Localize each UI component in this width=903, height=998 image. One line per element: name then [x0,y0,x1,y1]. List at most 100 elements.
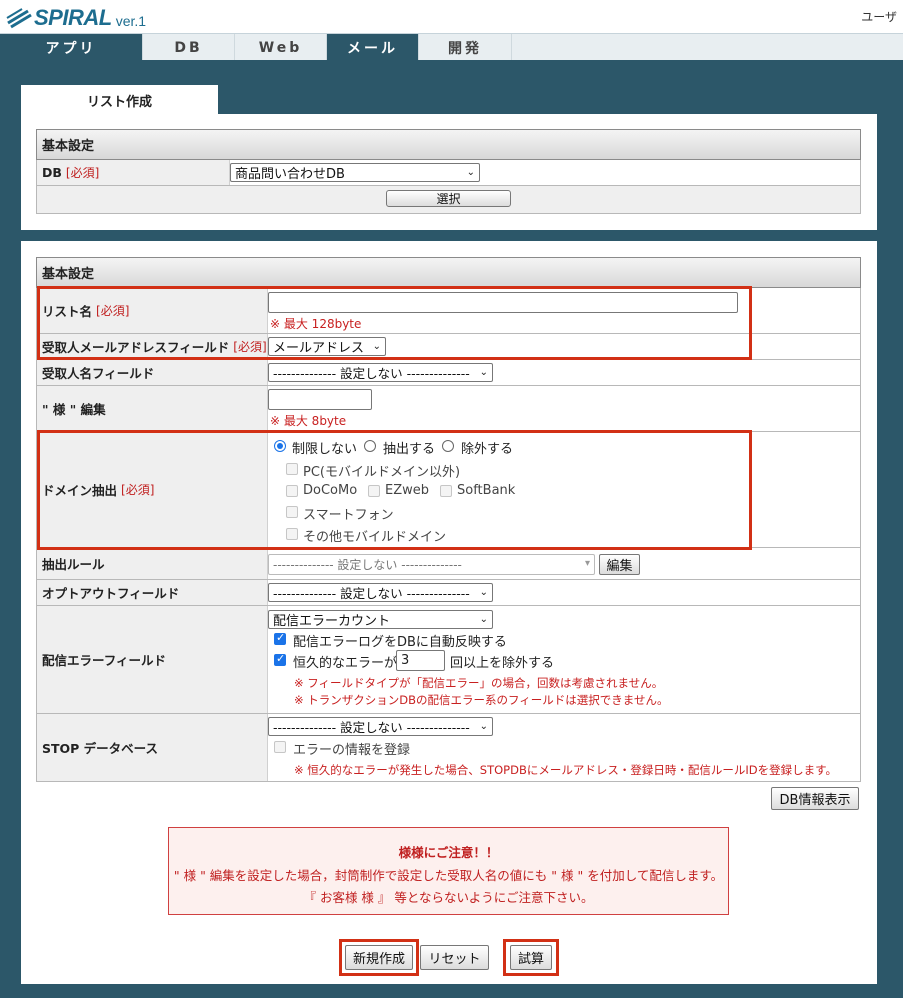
tab-mail[interactable]: メール [327,34,419,61]
notice-line-1: " 様 " 編集を設定した場合，封筒制作で設定した受取人名の値にも " 様 " … [173,868,724,883]
chevron-down-icon: ⌄ [479,587,488,598]
error-note-2: ※ トランザクションDBの配信エラー系のフィールドは選択できません。 [294,693,669,707]
optout-select[interactable]: -------------- 設定しない -------------- ⌄ [268,583,493,602]
stop-db-cell: -------------- 設定しない -------------- ⌄ エラ… [268,714,860,781]
checkbox-smartphone[interactable] [286,506,298,518]
radio-no-limit-label: 制限しない [292,442,358,457]
checkbox-softbank-label: SoftBank [457,483,516,498]
extract-rule-label: 抽出ルール [37,548,268,579]
logo-version: ver.1 [115,13,147,29]
recipient-email-cell: メールアドレス ⌄ [268,334,860,359]
chevron-down-icon: ⌄ [466,167,475,178]
tab-app[interactable]: アプリ [0,34,143,61]
extract-rule-select[interactable]: -------------- 設定しない -------------- ▾ [268,554,595,575]
radio-exclude-label: 除外する [461,442,514,457]
extract-rule-row: 抽出ルール -------------- 設定しない -------------… [36,548,861,580]
error-field-value: 配信エラーカウント [273,614,391,629]
db-info-button[interactable]: DB情報表示 [771,787,859,810]
sama-cell: ※ 最大 8byte [268,386,860,431]
page-tab-list-create[interactable]: リスト作成 [21,85,218,115]
list-name-row: リスト名 [必須] ※ 最大 128byte [36,288,861,334]
checkbox-other-mobile[interactable] [286,528,298,540]
sama-input[interactable] [268,389,372,410]
stop-db-value: -------------- 設定しない -------------- [273,720,470,735]
checkbox-auto-reflect-label: 配信エラーログをDBに自動反映する [293,635,507,650]
recipient-email-label-text: 受取人メールアドレスフィールド [42,340,230,355]
notice-line-2: 『 お客様 様 』 等とならないようにご注意下さい。 [303,890,594,905]
error-field-row: 配信エラーフィールド 配信エラーカウント ⌄ 配信エラーログをDBに自動反映する… [36,606,861,714]
select-button-row: 選択 [36,186,861,214]
checkbox-exclude-errors[interactable] [274,652,286,666]
recipient-name-label: 受取人名フィールド [37,360,268,385]
optout-cell: -------------- 設定しない -------------- ⌄ [268,580,860,605]
stop-db-label: STOP データベース [37,714,268,781]
checkbox-ezweb[interactable] [368,485,380,497]
exclude-errors-prefix: 恒久的なエラーが [293,656,398,671]
checkbox-pc-label: PC(モバイルドメイン以外) [303,465,461,480]
notice-title: 様様にご注意！！ [398,845,499,860]
section-header: 基本設定 [36,129,861,160]
radio-extract-label: 抽出する [383,442,436,457]
radio-no-limit[interactable] [274,440,286,452]
stop-db-select[interactable]: -------------- 設定しない -------------- ⌄ [268,717,493,736]
checkbox-register-error[interactable] [274,741,286,753]
list-name-input[interactable] [268,292,738,313]
error-note-1: ※ フィールドタイプが「配信エラー」の場合，回数は考慮されません。 [294,676,664,690]
checkbox-smartphone-label: スマートフォン [303,508,394,523]
exclude-errors-suffix: 回以上を除外する [450,656,555,671]
chevron-down-icon: ⌄ [479,721,488,732]
tab-db[interactable]: DB [143,34,235,61]
error-field-select[interactable]: 配信エラーカウント ⌄ [268,610,493,629]
checkbox-pc[interactable] [286,463,298,475]
create-button[interactable]: 新規作成 [345,945,413,970]
tab-web[interactable]: Web [235,34,327,61]
checkbox-docomo[interactable] [286,485,298,497]
spiral-logo[interactable]: SPIRAL ver.1 [6,5,146,31]
required-mark: [必須] [233,340,267,354]
list-name-hint: ※ 最大 128byte [270,317,362,331]
edit-rule-button[interactable]: 編集 [599,554,640,575]
sama-row: " 様 " 編集 ※ 最大 8byte [36,386,861,432]
recipient-email-select[interactable]: メールアドレス ⌄ [268,337,386,356]
chevron-down-icon: ⌄ [479,614,488,625]
radio-exclude[interactable] [442,440,454,452]
reset-button[interactable]: リセット [420,945,489,970]
checkbox-softbank[interactable] [440,485,452,497]
radio-extract[interactable] [364,440,376,452]
domain-label: ドメイン抽出 [必須] [37,432,268,547]
logo-text: SPIRAL [34,5,112,30]
db-select-value: 商品問い合わせDB [235,167,345,182]
section-header: 基本設定 [36,257,861,288]
list-name-label-text: リスト名 [42,304,93,319]
extract-rule-cell: -------------- 設定しない -------------- ▾ 編集 [268,548,860,579]
user-label[interactable]: ユーザ [861,8,897,25]
db-select[interactable]: 商品問い合わせDB ⌄ [230,163,480,182]
stop-db-row: STOP データベース -------------- 設定しない -------… [36,714,861,782]
domain-label-text: ドメイン抽出 [42,483,118,498]
recipient-name-select[interactable]: -------------- 設定しない -------------- ⌄ [268,363,493,382]
required-mark: [必須] [121,483,155,497]
tab-dev[interactable]: 開発 [419,34,512,61]
main-nav: アプリ DB Web メール 開発 [0,33,903,61]
caret-down-icon: ▾ [584,558,590,569]
recipient-name-value: -------------- 設定しない -------------- [273,366,470,381]
error-count-input[interactable]: 3 [396,650,445,671]
list-name-cell: ※ 最大 128byte [268,288,860,333]
select-button[interactable]: 選択 [386,190,511,207]
trial-button[interactable]: 試算 [510,945,552,970]
sama-hint: ※ 最大 8byte [270,414,347,428]
panel-db-select: 基本設定 DB [必須] 商品問い合わせDB ⌄ 選択 [21,114,877,230]
optout-label: オプトアウトフィールド [37,580,268,605]
db-label-text: DB [42,165,62,180]
sama-label: " 様 " 編集 [37,386,268,431]
domain-cell: 制限しない 抽出する 除外する PC(モバイルドメイン以外) DoCoMo EZ… [268,432,860,547]
db-row: DB [必須] 商品問い合わせDB ⌄ [36,160,861,186]
checkbox-auto-reflect[interactable] [274,631,286,645]
recipient-email-row: 受取人メールアドレスフィールド [必須] メールアドレス ⌄ [36,334,861,360]
optout-value: -------------- 設定しない -------------- [273,586,470,601]
caution-notice: 様様にご注意！！ " 様 " 編集を設定した場合，封筒制作で設定した受取人名の値… [168,827,729,915]
required-mark: [必須] [65,166,100,180]
domain-row: ドメイン抽出 [必須] 制限しない 抽出する 除外する PC(モバイルドメイン以… [36,432,861,548]
chevron-down-icon: ⌄ [372,341,381,352]
chevron-down-icon: ⌄ [479,367,488,378]
